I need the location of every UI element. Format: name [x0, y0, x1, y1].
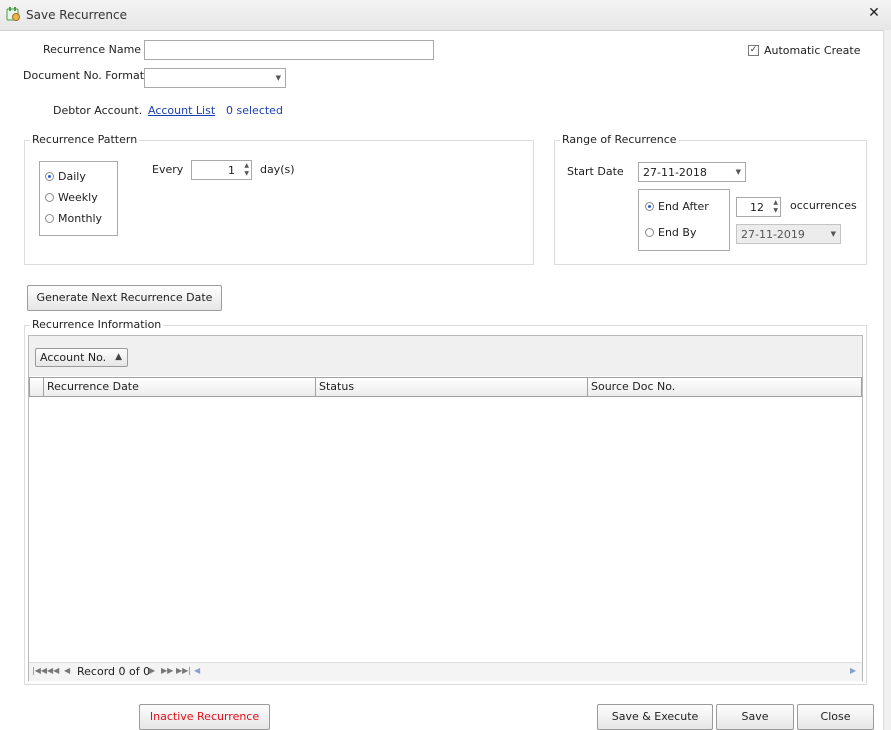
column-header-status[interactable]: Status [316, 378, 588, 396]
range-of-recurrence-title: Range of Recurrence [560, 133, 679, 146]
next-page-icon[interactable]: ▶▶ [161, 666, 173, 675]
radio-icon [645, 202, 654, 211]
spinner-arrows-icon[interactable]: ▲ ▼ [773, 199, 778, 215]
monthly-radio[interactable]: Monthly [45, 212, 102, 225]
chevron-down-icon: ▼ [275, 74, 281, 82]
every-value: 1 [228, 164, 235, 177]
weekly-radio[interactable]: Weekly [45, 191, 98, 204]
doc-format-select[interactable]: ▼ [144, 68, 286, 88]
scroll-left-icon[interactable]: ◀ [194, 666, 200, 675]
save-button[interactable]: Save [716, 704, 794, 730]
occurrences-spinner[interactable]: 12 ▲ ▼ [736, 197, 781, 217]
automatic-create-label: Automatic Create [764, 44, 861, 57]
scroll-right-icon[interactable]: ▶ [850, 666, 856, 675]
occurrences-label: occurrences [790, 199, 857, 212]
end-after-radio[interactable]: End After [645, 200, 709, 213]
weekly-label: Weekly [58, 191, 98, 204]
close-button[interactable]: Close [797, 704, 874, 730]
start-date-picker[interactable]: 27-11-2018 ▼ [638, 162, 746, 182]
start-date-value: 27-11-2018 [643, 166, 707, 179]
previous-page-icon[interactable]: ◀◀ [47, 666, 59, 675]
grid-header: Recurrence Date Status Source Doc No. [29, 377, 862, 397]
close-window-button[interactable]: ✕ [866, 5, 882, 23]
day-unit-label: day(s) [260, 163, 295, 176]
every-spinner[interactable]: 1 ▲ ▼ [191, 160, 252, 180]
end-by-date-value: 27-11-2019 [741, 228, 805, 241]
end-by-label: End By [658, 226, 697, 239]
last-record-icon[interactable]: ▶▶| [176, 666, 191, 675]
sort-ascending-icon: ▲ [115, 352, 122, 362]
next-record-icon[interactable]: ▶ [149, 666, 155, 675]
record-counter: Record 0 of 0 [77, 665, 151, 678]
column-header-recurrence-date[interactable]: Recurrence Date [44, 378, 316, 396]
radio-icon [45, 193, 54, 202]
radio-icon [645, 228, 654, 237]
daily-label: Daily [58, 170, 86, 183]
recurrence-information-title: Recurrence Information [30, 318, 164, 331]
end-by-radio[interactable]: End By [645, 226, 696, 239]
window-border [883, 30, 891, 730]
group-by-account-chip[interactable]: Account No. ▲ [35, 348, 128, 367]
generate-next-date-button[interactable]: Generate Next Recurrence Date [27, 285, 222, 311]
end-options-box [638, 189, 730, 251]
automatic-create-checkbox[interactable]: ✓ [748, 45, 759, 56]
window-title: Save Recurrence [26, 8, 128, 22]
chevron-down-icon: ▼ [830, 230, 836, 238]
inactive-recurrence-button[interactable]: Inactive Recurrence [139, 704, 270, 730]
app-icon [6, 7, 20, 21]
title-bar: Save Recurrence ✕ [0, 0, 891, 31]
doc-format-label: Document No. Format [23, 69, 145, 82]
daily-radio[interactable]: Daily [45, 170, 86, 183]
first-record-icon[interactable]: |◀◀ [32, 666, 47, 675]
debtor-account-label: Debtor Account. [53, 104, 143, 117]
radio-icon [45, 172, 54, 181]
recurrence-name-input[interactable] [144, 40, 434, 60]
column-header-source-doc[interactable]: Source Doc No. [588, 378, 862, 396]
occurrences-value: 12 [750, 201, 764, 214]
recurrence-pattern-title: Recurrence Pattern [30, 133, 140, 146]
group-panel [29, 336, 862, 376]
recurrence-name-label: Recurrence Name [43, 43, 142, 56]
group-by-label: Account No. [40, 351, 107, 364]
chevron-down-icon: ▼ [735, 168, 741, 176]
previous-record-icon[interactable]: ◀ [64, 666, 70, 675]
every-label: Every [152, 163, 184, 176]
account-list-link[interactable]: Account List [148, 104, 215, 117]
end-after-label: End After [658, 200, 709, 213]
spinner-arrows-icon[interactable]: ▲ ▼ [244, 162, 249, 178]
end-by-date-picker: 27-11-2019 ▼ [736, 224, 841, 244]
radio-icon [45, 214, 54, 223]
row-indicator-header [30, 378, 44, 396]
selected-count: 0 selected [226, 104, 283, 117]
save-execute-button[interactable]: Save & Execute [597, 704, 713, 730]
monthly-label: Monthly [58, 212, 103, 225]
start-date-label: Start Date [567, 165, 624, 178]
